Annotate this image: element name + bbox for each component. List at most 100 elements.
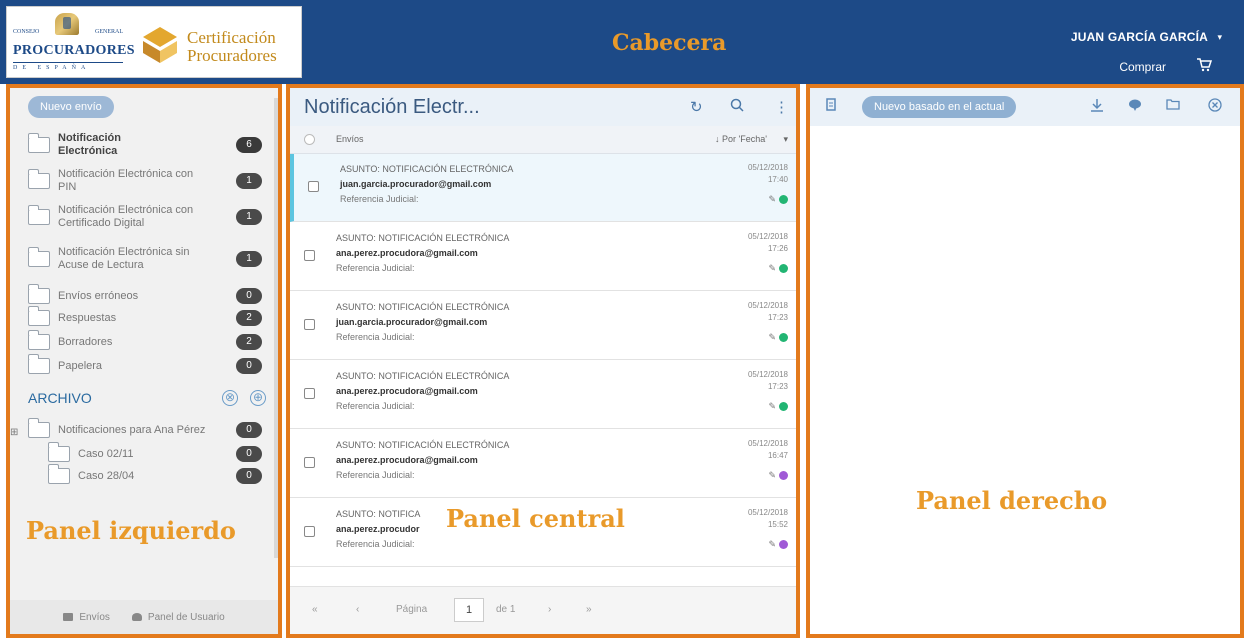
- footer-envios-link[interactable]: Envíos: [63, 612, 110, 623]
- folder-item[interactable]: Notificación Electrónica 6: [27, 132, 268, 158]
- user-menu[interactable]: JUAN GARCÍA GARCÍA: [1071, 30, 1208, 44]
- certification-logo-icon: [143, 27, 177, 63]
- status-dot-icon: [779, 195, 788, 204]
- search-icon[interactable]: [730, 98, 744, 115]
- download-icon[interactable]: [1090, 98, 1104, 112]
- folder-item[interactable]: Envíos erróneos 0: [27, 284, 268, 304]
- message-time: 17:23: [767, 313, 788, 322]
- message-checkbox[interactable]: [304, 319, 315, 330]
- message-time: 17:23: [767, 382, 788, 391]
- count-badge: 0: [236, 288, 262, 304]
- header-annotation-label: Cabecera: [612, 30, 727, 56]
- folder-item[interactable]: Notificación Electrónica con Certificado …: [27, 204, 268, 230]
- message-email: ana.perez.procudor: [336, 524, 420, 534]
- folder-item[interactable]: Notificación Electrónica sin Acuse de Lec…: [27, 246, 268, 272]
- message-date: 05/12/2018: [747, 508, 788, 517]
- archive-folder-item[interactable]: Notificaciones para Ana Pérez 0: [27, 418, 268, 438]
- archive-folder-item[interactable]: Caso 28/04 0: [47, 464, 268, 484]
- footer-user-panel-label: Panel de Usuario: [147, 611, 225, 623]
- folder-icon[interactable]: [1166, 98, 1180, 110]
- sort-label: ↓ Por 'Fecha': [714, 134, 767, 144]
- sort-selector[interactable]: ↓ Por 'Fecha' ▾: [715, 134, 788, 145]
- first-page-button[interactable]: «: [312, 604, 318, 615]
- status-dot-icon: [779, 540, 788, 549]
- list-header: Envíos ↓ Por 'Fecha' ▾: [290, 126, 796, 154]
- cart-icon[interactable]: [1196, 58, 1212, 72]
- app-header: CONSEJO GENERAL PROCURADORES DE ESPAÑA C…: [0, 0, 1244, 84]
- message-subject: ASUNTO: NOTIFICACIÓN ELECTRÓNICA: [340, 164, 514, 174]
- new-based-on-current-button[interactable]: Nuevo basado en el actual: [862, 96, 1017, 118]
- status-dot-icon: [779, 264, 788, 273]
- center-toolbar: Notificación Electr... ↻ ⋮: [290, 88, 796, 126]
- message-reference: Referencia Judicial:: [336, 263, 415, 273]
- chevron-down-icon[interactable]: ▾: [1217, 32, 1222, 43]
- new-send-button[interactable]: Nuevo envío: [28, 96, 114, 118]
- close-icon[interactable]: [1208, 98, 1222, 112]
- remove-archive-icon[interactable]: ⊗: [222, 390, 238, 406]
- last-page-button[interactable]: »: [586, 604, 592, 615]
- message-email: ana.perez.procudora@gmail.com: [336, 248, 478, 258]
- message-row[interactable]: ASUNTO: NOTIFICACIÓN ELECTRÓNICA ana.pere…: [290, 361, 796, 429]
- message-row[interactable]: ASUNTO: NOTIFICACIÓN ELECTRÓNICA ana.pere…: [290, 223, 796, 291]
- message-reference: Referencia Judicial:: [336, 332, 415, 342]
- message-checkbox[interactable]: [304, 388, 315, 399]
- add-archive-icon[interactable]: ⊕: [250, 390, 266, 406]
- folder-item[interactable]: Notificación Electrónica con PIN 1: [27, 168, 268, 194]
- right-toolbar: Nuevo basado en el actual: [810, 88, 1240, 126]
- document-icon[interactable]: [826, 98, 838, 112]
- center-panel-annotation: Panel central: [442, 502, 629, 535]
- buy-link[interactable]: Comprar: [1119, 60, 1166, 74]
- status-dot-icon: [779, 471, 788, 480]
- archive-folder-item[interactable]: Caso 02/11 0: [47, 442, 268, 462]
- folder-item[interactable]: Respuestas 2: [27, 306, 268, 326]
- message-datetime: 05/12/2018 17:23: [748, 300, 788, 324]
- count-badge: 2: [236, 334, 262, 350]
- attachment-icon: ✎: [768, 470, 776, 480]
- message-checkbox[interactable]: [304, 250, 315, 261]
- message-reference: Referencia Judicial:: [336, 470, 415, 480]
- message-datetime: 05/12/2018 16:47: [748, 438, 788, 462]
- comment-icon[interactable]: [1128, 98, 1142, 112]
- folder-icon: [27, 247, 50, 267]
- folder-item[interactable]: Borradores 2: [27, 330, 268, 350]
- folder-item[interactable]: Papelera 0: [27, 354, 268, 374]
- message-subject: ASUNTO: NOTIFICACIÓN ELECTRÓNICA: [336, 440, 510, 450]
- envelope-icon: [63, 613, 74, 621]
- next-page-button[interactable]: ›: [548, 604, 551, 615]
- attachment-icon: ✎: [768, 401, 776, 411]
- logo-area[interactable]: CONSEJO GENERAL PROCURADORES DE ESPAÑA C…: [6, 6, 302, 78]
- user-icon: [131, 613, 142, 621]
- message-checkbox[interactable]: [304, 526, 315, 537]
- footer-user-panel-link[interactable]: Panel de Usuario: [131, 611, 225, 623]
- expand-icon[interactable]: ⊞: [10, 427, 18, 438]
- folder-title: Notificación Electr...: [304, 96, 480, 118]
- message-date: 05/12/2018: [747, 301, 788, 310]
- left-panel: Nuevo envío Notificación Electrónica 6 Noti…: [6, 84, 282, 638]
- message-status: ✎: [768, 332, 788, 343]
- message-row[interactable]: ASUNTO: NOTIFICACIÓN ELECTRÓNICA ana.pere…: [290, 430, 796, 498]
- center-panel: Notificación Electr... ↻ ⋮ Envíos ↓ Por …: [286, 84, 800, 638]
- more-options-icon[interactable]: ⋮: [774, 98, 789, 116]
- count-badge: 6: [236, 137, 262, 153]
- message-row[interactable]: ASUNTO: NOTIFICACIÓN ELECTRÓNICA juan.gar…: [290, 292, 796, 360]
- refresh-icon[interactable]: ↻: [690, 98, 703, 116]
- status-dot-icon: [779, 333, 788, 342]
- archive-title: ARCHIVO: [28, 390, 92, 406]
- page-input[interactable]: 1: [454, 598, 484, 622]
- folder-icon: [27, 284, 50, 304]
- footer-envios-label: Envíos: [79, 611, 110, 623]
- prev-page-button[interactable]: ‹: [356, 604, 359, 615]
- left-scrollbar[interactable]: [274, 98, 278, 558]
- message-checkbox[interactable]: [304, 457, 315, 468]
- folder-icon: [27, 169, 50, 189]
- certification-title: Certificación Procuradores: [187, 29, 277, 65]
- message-row[interactable]: ASUNTO: NOTIFICACIÓN ELECTRÓNICA juan.gar…: [290, 154, 796, 222]
- message-subject: ASUNTO: NOTIFICACIÓN ELECTRÓNICA: [336, 302, 510, 312]
- right-panel: Nuevo basado en el actual Panel derecho: [806, 84, 1244, 638]
- attachment-icon: ✎: [768, 332, 776, 342]
- message-reference: Referencia Judicial:: [336, 401, 415, 411]
- message-checkbox[interactable]: [308, 181, 319, 192]
- left-footer: Envíos Panel de Usuario: [10, 600, 278, 634]
- select-all-checkbox[interactable]: [304, 134, 315, 145]
- pagination: « ‹ Página 1 de 1 › »: [290, 586, 796, 634]
